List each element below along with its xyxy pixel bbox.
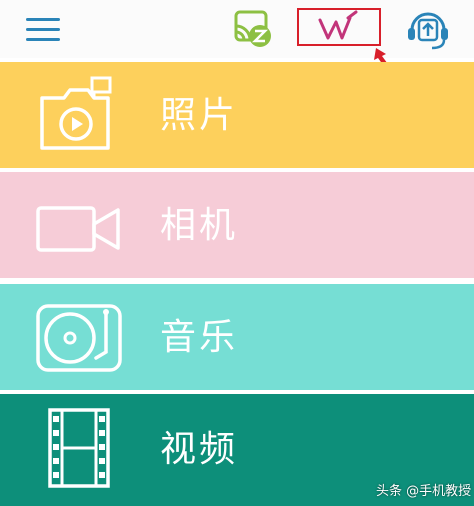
handwriting-icon[interactable] (314, 4, 362, 50)
cast-icon[interactable] (230, 6, 278, 52)
tile-label: 音乐 (160, 317, 239, 358)
tile-music[interactable]: 音乐 (0, 284, 474, 390)
video-camera-icon (36, 206, 120, 252)
camera-photo-icon (40, 76, 112, 150)
tile-label: 相机 (160, 205, 239, 246)
tile-photos[interactable]: 照片 (0, 62, 474, 168)
tile-label: 视频 (160, 429, 239, 470)
watermark: 头条 @手机教授 (376, 484, 472, 499)
film-strip-icon (48, 408, 110, 488)
tile-label: 照片 (160, 95, 239, 136)
tile-camera[interactable]: 相机 (0, 172, 474, 278)
turntable-icon (36, 304, 122, 372)
menu-icon[interactable] (26, 16, 62, 42)
